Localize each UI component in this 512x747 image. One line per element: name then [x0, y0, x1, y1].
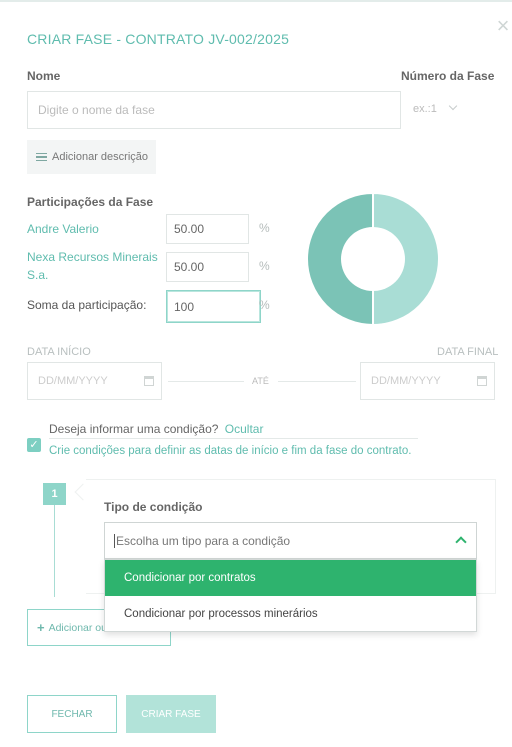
- add-description-label: Adicionar descrição: [52, 151, 148, 163]
- condition-type-dropdown: Condicionar por contratos Condicionar po…: [104, 559, 477, 632]
- participant-percent-input[interactable]: 50.00: [166, 252, 249, 282]
- condition-type-label: Tipo de condição: [104, 500, 203, 514]
- name-label: Nome: [27, 69, 61, 83]
- date-range-line: [278, 381, 356, 382]
- add-description-button[interactable]: Adicionar descrição: [27, 140, 156, 174]
- plus-icon: +: [37, 620, 45, 635]
- condition-hint: Crie condições para definir as datas de …: [49, 445, 412, 457]
- chevron-up-icon[interactable]: [455, 536, 467, 548]
- step-connector-line: [54, 505, 55, 597]
- add-other-label: Adicionar ou: [48, 621, 107, 634]
- start-date-label: DATA INÍCIO: [27, 346, 91, 358]
- condition-question-text: Deseja informar uma condição?: [49, 422, 219, 436]
- date-separator: ATÉ: [252, 376, 269, 386]
- sum-label: Soma da participação:: [27, 298, 147, 312]
- calendar-icon: [144, 376, 154, 386]
- calendar-icon: [477, 376, 487, 386]
- participant-name[interactable]: Nexa Recursos Minerais S.a.: [27, 248, 159, 284]
- start-date-placeholder: DD/MM/YYYY: [38, 375, 108, 387]
- hide-condition-link[interactable]: Ocultar: [225, 422, 264, 436]
- condition-checkbox[interactable]: ✓: [27, 438, 41, 452]
- condition-type-select[interactable]: Escolha um tipo para a condição: [104, 522, 477, 559]
- participations-heading: Participações da Fase: [27, 195, 154, 209]
- modal-title: CRIAR FASE - CONTRATO JV-002/2025: [27, 31, 290, 47]
- percent-sign: %: [259, 221, 270, 235]
- participant-percent-input[interactable]: 50.00: [166, 214, 249, 244]
- participation-donut-chart: [306, 192, 440, 326]
- list-icon: [36, 152, 47, 162]
- sum-input[interactable]: 100: [166, 290, 261, 323]
- donut-hole: [341, 227, 405, 291]
- option-condition-by-mining-processes[interactable]: Condicionar por processos minerários: [105, 596, 476, 632]
- percent-sign: %: [259, 259, 270, 273]
- end-date-label: DATA FINAL: [437, 346, 499, 358]
- option-condition-by-contracts[interactable]: Condicionar por contratos: [105, 560, 476, 596]
- end-date-input[interactable]: DD/MM/YYYY: [360, 362, 495, 400]
- phase-number-placeholder: ex.:1: [413, 103, 437, 115]
- condition-divider: [49, 438, 418, 439]
- date-range-line: [168, 381, 244, 382]
- text-cursor: [114, 533, 115, 548]
- condition-question: Deseja informar uma condição? Ocultar: [49, 422, 263, 436]
- close-icon[interactable]: ×: [493, 15, 512, 37]
- end-date-placeholder: DD/MM/YYYY: [371, 375, 441, 387]
- create-phase-button[interactable]: CRIAR FASE: [126, 695, 216, 733]
- close-button[interactable]: FECHAR: [27, 695, 117, 733]
- chevron-down-icon: [448, 101, 458, 111]
- percent-sign: %: [259, 298, 270, 312]
- start-date-input[interactable]: DD/MM/YYYY: [27, 362, 162, 400]
- phase-name-input[interactable]: Digite o nome da fase: [27, 91, 401, 129]
- step-number-badge: 1: [43, 483, 66, 505]
- phase-number-select[interactable]: ex.:1: [413, 101, 458, 115]
- condition-type-placeholder: Escolha um tipo para a condição: [116, 533, 291, 548]
- participant-name[interactable]: Andre Valerio: [27, 220, 99, 238]
- phase-number-label: Número da Fase: [401, 69, 495, 83]
- modal-top-border: [0, 0, 512, 2]
